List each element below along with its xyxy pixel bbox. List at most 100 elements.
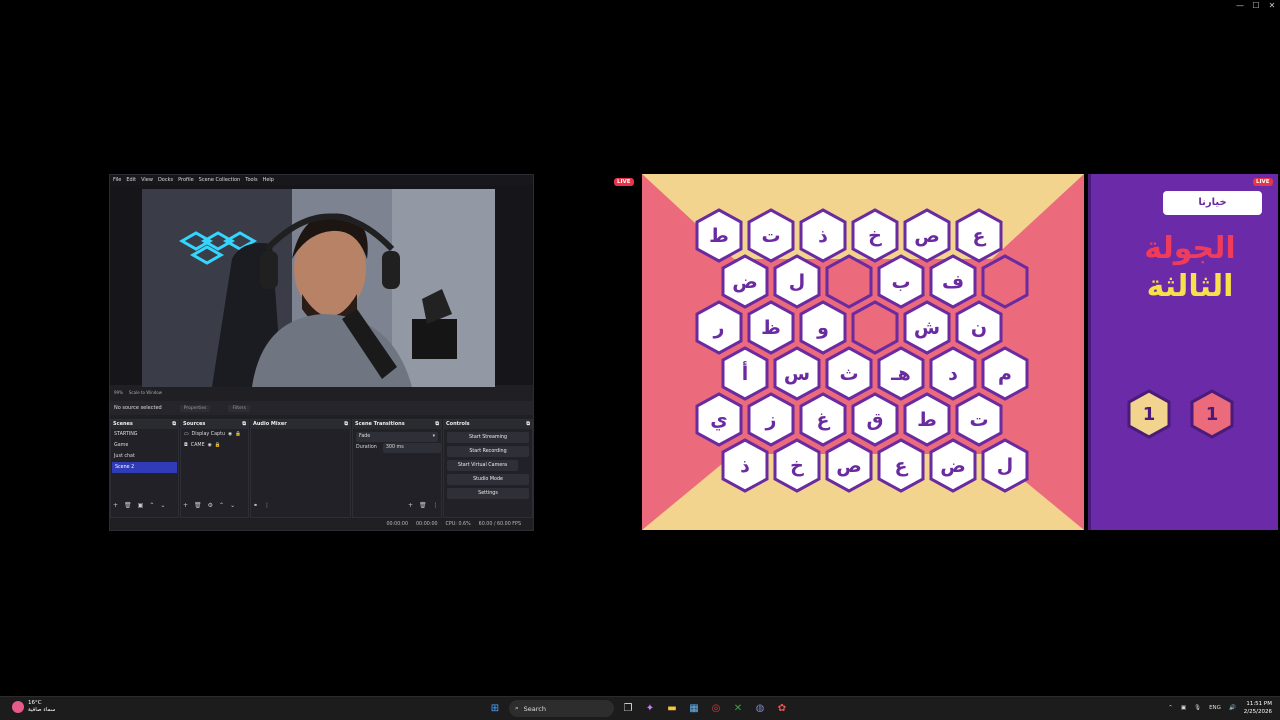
add-icon[interactable]: +: [408, 502, 413, 509]
source-item[interactable]: ◘ CAME ◉ 🔒: [181, 440, 248, 451]
zoom-level[interactable]: 99%: [114, 389, 123, 397]
menu-tools[interactable]: Tools: [245, 175, 257, 185]
duration-input[interactable]: 300 ms: [382, 442, 441, 453]
add-icon[interactable]: +: [113, 502, 118, 509]
hex-cell[interactable]: ذ: [721, 438, 769, 493]
dock-menu-icon[interactable]: ⧉: [435, 420, 439, 429]
hex-cell[interactable]: ض: [929, 438, 977, 493]
search-icon: ⌕: [515, 704, 519, 712]
sources-dock: Sources ⧉ ▭ Display Captu ◉ 🔒 ◘ CAME ◉ 🔒 + 🗑 ⚙ ⌃ ⌄: [180, 419, 249, 518]
preview-area[interactable]: [110, 185, 533, 387]
filters-button[interactable]: Filters: [228, 404, 250, 412]
chrome-icon[interactable]: ◎: [708, 701, 724, 717]
score-right-value: 1: [1205, 403, 1219, 425]
more-icon[interactable]: ⋮: [433, 502, 439, 509]
menu-view[interactable]: View: [141, 175, 153, 185]
scene-item-selected[interactable]: Scene 2: [112, 462, 177, 473]
scale-mode[interactable]: Scale to Window: [129, 389, 162, 397]
speaker-icon[interactable]: 🔊: [1229, 705, 1236, 711]
menu-file[interactable]: File: [113, 175, 121, 185]
filter-icon[interactable]: ▣: [138, 502, 144, 509]
webcam-feed: [142, 189, 495, 387]
file-explorer-icon[interactable]: ▬: [664, 701, 680, 717]
menu-docks[interactable]: Docks: [158, 175, 173, 185]
chevron-down-icon[interactable]: ⌄: [230, 502, 235, 509]
start-virtual-camera-button[interactable]: Start Virtual Camera: [447, 460, 518, 471]
hex-letter: م: [998, 362, 1012, 385]
dock-menu-icon[interactable]: ⧉: [172, 420, 176, 429]
menu-bar: File Edit View Docks Profile Scene Colle…: [110, 175, 533, 185]
add-icon[interactable]: +: [183, 502, 188, 509]
clock[interactable]: 11:51 PM 2/25/2026: [1244, 700, 1272, 716]
hex-cell[interactable]: ل: [981, 438, 1029, 493]
trash-icon[interactable]: 🗑: [124, 502, 132, 509]
excel-icon[interactable]: ✕: [730, 701, 746, 717]
menu-help[interactable]: Help: [263, 175, 274, 185]
chevron-up-icon[interactable]: ⌃: [219, 502, 224, 509]
store-icon[interactable]: ▦: [686, 701, 702, 717]
mixer-title: Audio Mixer: [253, 421, 287, 427]
discord-icon[interactable]: ◍: [752, 701, 768, 717]
scene-item[interactable]: Game: [111, 440, 178, 451]
webcam-image: [142, 189, 495, 387]
more-icon[interactable]: ⋮: [264, 502, 270, 509]
scene-item[interactable]: Just chat: [111, 451, 178, 462]
source-item[interactable]: ▭ Display Captu ◉ 🔒: [181, 429, 248, 440]
menu-scene-collection[interactable]: Scene Collection: [199, 175, 241, 185]
studio-mode-button[interactable]: Studio Mode: [447, 474, 529, 485]
weather-widget[interactable]: 16°C سماء صافية: [12, 700, 55, 714]
taskbar-search[interactable]: ⌕ Search: [509, 700, 614, 717]
maximize-button[interactable]: ☐: [1248, 0, 1264, 12]
hex-cell[interactable]: ع: [877, 438, 925, 493]
hex-letter: ض: [940, 454, 966, 477]
link-icon[interactable]: ⚭: [253, 502, 258, 509]
dock-menu-icon[interactable]: ⧉: [242, 420, 246, 429]
hex-letter: ص: [836, 454, 862, 477]
app-icon[interactable]: ✿: [774, 701, 790, 717]
start-recording-button[interactable]: Start Recording: [447, 446, 529, 457]
hex-letter: ش: [913, 316, 941, 339]
hex-cell[interactable]: خ: [773, 438, 821, 493]
copilot-icon[interactable]: ✦: [642, 701, 658, 717]
hex-letter: ل: [996, 454, 1014, 477]
menu-edit[interactable]: Edit: [126, 175, 136, 185]
chevron-up-icon[interactable]: ⌃: [149, 502, 154, 509]
windows-start-icon[interactable]: ⊞: [487, 701, 503, 717]
gear-icon[interactable]: ⚙: [208, 502, 213, 509]
live-badge: LIVE: [614, 178, 634, 186]
dock-menu-icon[interactable]: ⧉: [526, 420, 530, 429]
trash-icon[interactable]: 🗑: [194, 502, 202, 509]
microphone-icon[interactable]: 🎙: [1194, 705, 1201, 711]
lock-icon[interactable]: 🔒: [215, 440, 221, 451]
transition-select[interactable]: Fade ▾: [356, 432, 438, 442]
language-indicator[interactable]: ENG: [1209, 705, 1221, 711]
hex-letter: ض: [732, 270, 758, 293]
scene-item[interactable]: STARTING: [111, 429, 178, 440]
window-controls: — ☐ ✕: [1232, 0, 1280, 12]
score-left: 1: [1127, 389, 1171, 439]
chevron-up-icon[interactable]: ⌃: [1168, 705, 1173, 711]
game-window: ط ت ذ خ ص ع ض ل ب ف ر ظ و ش ن أ س ث هـ د م ي ز غ ق ط ت ذ خ ص ع ض ل خيارن…: [642, 174, 1278, 530]
hex-cell[interactable]: ص: [825, 438, 873, 493]
tray-app-icon[interactable]: ▣: [1181, 705, 1186, 711]
eye-icon[interactable]: ◉: [208, 440, 212, 451]
settings-button[interactable]: Settings: [447, 488, 529, 499]
score-left-value: 1: [1142, 403, 1156, 425]
hex-board: ط ت ذ خ ص ع ض ل ب ف ر ظ و ش ن أ س ث هـ د م ي ز غ ق ط ت ذ خ ص ع ض ل: [642, 174, 1084, 530]
hex-letter: ن: [970, 316, 988, 339]
menu-profile[interactable]: Profile: [178, 175, 194, 185]
close-button[interactable]: ✕: [1264, 0, 1280, 12]
properties-button[interactable]: Properties: [179, 404, 211, 412]
trash-icon[interactable]: 🗑: [419, 502, 427, 509]
chevron-down-icon[interactable]: ⌄: [160, 502, 165, 509]
task-view-icon[interactable]: ❐: [620, 701, 636, 717]
eye-icon[interactable]: ◉: [228, 429, 232, 440]
minimize-button[interactable]: —: [1232, 0, 1248, 12]
hex-letter: ل: [788, 270, 806, 293]
hex-letter: ق: [866, 408, 884, 431]
obs-window: File Edit View Docks Profile Scene Colle…: [109, 174, 534, 531]
start-streaming-button[interactable]: Start Streaming: [447, 432, 529, 443]
dock-menu-icon[interactable]: ⧉: [344, 420, 348, 429]
lock-icon[interactable]: 🔒: [235, 429, 241, 440]
fps-readout: 60.00 / 60.00 FPS: [478, 521, 521, 527]
